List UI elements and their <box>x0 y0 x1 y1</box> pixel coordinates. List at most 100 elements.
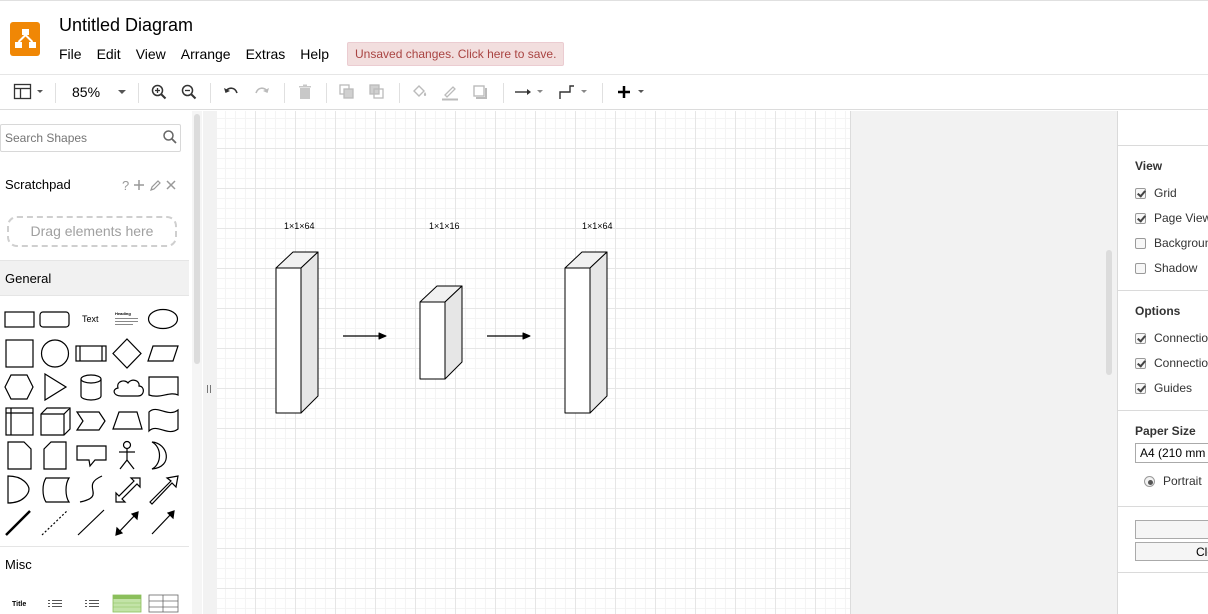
background-checkbox[interactable] <box>1135 237 1146 249</box>
to-front-icon <box>339 84 354 99</box>
diagram-shapes <box>275 251 608 414</box>
shadow-button[interactable] <box>469 75 491 109</box>
grid-checkbox[interactable] <box>1135 187 1146 199</box>
block-3-cuboid[interactable] <box>564 251 608 414</box>
drag-handle-icon <box>207 385 211 393</box>
connection-points-label: Connection Points <box>1154 356 1208 370</box>
line-color-button[interactable] <box>439 75 461 109</box>
app-logo[interactable] <box>10 22 40 56</box>
block-2-cuboid[interactable] <box>419 285 463 380</box>
scratchpad-drop-zone[interactable]: Drag elements here <box>7 216 177 247</box>
rounded-rectangle-shape <box>39 311 70 328</box>
block-2-label[interactable]: 1×1×16 <box>429 221 460 231</box>
general-shapes-palette: Text Heading <box>4 308 179 536</box>
connection-style-button[interactable] <box>512 75 548 109</box>
fill-color-button[interactable] <box>409 75 431 109</box>
connection-arrows-option[interactable]: Connection Arrows <box>1135 331 1208 345</box>
general-section-header[interactable]: General <box>0 260 189 296</box>
block-1-label[interactable]: 1×1×64 <box>284 221 315 231</box>
paper-size-select[interactable]: A4 (210 mm x 297 mm) <box>1135 443 1208 463</box>
misc-shapes-palette: Title <box>12 594 179 613</box>
document-title[interactable]: Untitled Diagram <box>59 15 193 36</box>
canvas-scrollbar-thumb[interactable] <box>1106 250 1112 375</box>
to-back-button[interactable] <box>366 75 388 109</box>
clear-default-style-button[interactable]: Clear <box>1135 542 1208 561</box>
search-icon[interactable] <box>162 129 178 145</box>
waypoints-icon <box>559 85 587 99</box>
arrow-shape <box>149 475 179 505</box>
menu-file[interactable]: File <box>59 46 82 62</box>
format-panel-toggle-button[interactable] <box>8 75 48 109</box>
step-shape <box>75 411 106 431</box>
add-icon[interactable] <box>133 178 145 192</box>
guides-option[interactable]: Guides <box>1135 381 1192 395</box>
toolbar-separator <box>602 83 603 103</box>
redo-button[interactable] <box>251 75 273 109</box>
connection-points-option[interactable]: Connection Points <box>1135 356 1208 370</box>
block-1-cuboid[interactable] <box>275 251 319 414</box>
to-front-button[interactable] <box>336 75 358 109</box>
portrait-radio[interactable] <box>1144 475 1155 487</box>
guides-checkbox[interactable] <box>1135 382 1146 394</box>
numbered-list-shape <box>85 600 99 607</box>
zoom-in-button[interactable] <box>148 75 170 109</box>
undo-button[interactable] <box>220 75 242 109</box>
sidebar-toggle-icon <box>13 83 43 100</box>
colored-table-shape <box>112 594 142 613</box>
bidirectional-connector-shape <box>115 511 139 536</box>
zoom-out-icon <box>181 84 197 100</box>
background-option[interactable]: Background <box>1135 236 1208 250</box>
toolbar-separator <box>326 83 327 103</box>
page-view-checkbox[interactable] <box>1135 212 1146 224</box>
shadow-option[interactable]: Shadow <box>1135 261 1197 275</box>
options-section-title: Options <box>1135 304 1181 318</box>
guides-label: Guides <box>1154 381 1193 395</box>
heading-shape: Heading <box>115 311 138 325</box>
menu-help[interactable]: Help <box>300 46 329 62</box>
shadow-icon <box>473 85 487 99</box>
close-icon[interactable] <box>165 178 177 192</box>
menu-edit[interactable]: Edit <box>97 46 121 62</box>
block-3-label[interactable]: 1×1×64 <box>582 221 613 231</box>
sidebar-collapse-handle[interactable] <box>206 384 212 394</box>
connection-arrows-checkbox[interactable] <box>1135 332 1146 344</box>
menu-view[interactable]: View <box>136 46 166 62</box>
rectangle-shape <box>4 311 35 328</box>
misc-section-header[interactable]: Misc <box>0 546 189 582</box>
insert-button[interactable] <box>612 75 650 109</box>
menu-bar: File Edit View Arrange Extras Help <box>59 46 344 62</box>
help-icon[interactable]: ? <box>122 178 129 193</box>
shadow-checkbox[interactable] <box>1135 262 1146 274</box>
zoom-out-button[interactable] <box>178 75 200 109</box>
arrow-2-connector[interactable] <box>487 332 531 340</box>
waypoints-button[interactable] <box>556 75 592 109</box>
zoom-dropdown[interactable]: 85% <box>64 75 128 109</box>
panel-divider <box>1117 290 1208 291</box>
arrow-1-connector[interactable] <box>343 332 387 340</box>
menu-extras[interactable]: Extras <box>246 46 286 62</box>
sidebar-scrollbar-thumb[interactable] <box>194 114 200 364</box>
bidirectional-arrow-shape <box>115 477 141 503</box>
menu-arrange[interactable]: Arrange <box>181 46 231 62</box>
general-label: General <box>5 271 52 286</box>
or-shape <box>151 441 167 470</box>
svg-text:Heading: Heading <box>115 311 131 316</box>
search-shapes-input[interactable] <box>5 129 155 147</box>
page-view-option[interactable]: Page View <box>1135 211 1208 225</box>
connection-arrows-label: Connection Arrows <box>1154 331 1208 345</box>
callout-shape <box>76 445 107 468</box>
document-shape <box>148 376 179 397</box>
edit-data-button[interactable] <box>1135 520 1208 539</box>
delete-button[interactable] <box>294 75 316 109</box>
grid-option[interactable]: Grid <box>1135 186 1177 200</box>
toolbar: 85% <box>0 74 1208 110</box>
line-shape <box>5 510 31 536</box>
unsaved-changes-notice[interactable]: Unsaved changes. Click here to save. <box>347 42 565 66</box>
edit-icon[interactable] <box>149 178 162 192</box>
header <box>0 0 1208 74</box>
portrait-option[interactable]: Portrait <box>1144 474 1202 488</box>
zoom-value: 85% <box>72 84 101 100</box>
toolbar-separator <box>55 83 56 103</box>
connection-points-checkbox[interactable] <box>1135 357 1146 369</box>
cloud-shape <box>113 379 144 397</box>
